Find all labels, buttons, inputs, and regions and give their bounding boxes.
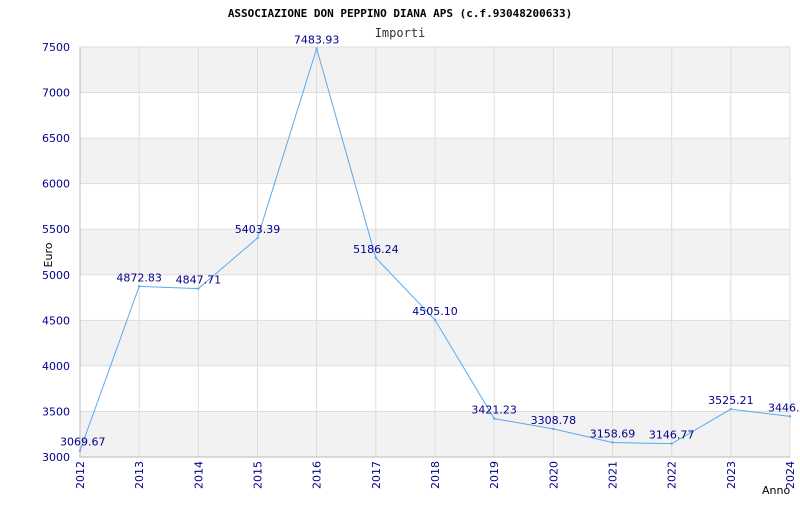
chart-svg: 3000 3500 4000 4500 5000 5500 6000 6500 7000 7500… <box>42 7 800 497</box>
chart-subtitle: Importi <box>375 26 426 40</box>
x-tick-label: 2023 <box>725 461 738 489</box>
data-point <box>492 417 496 420</box>
x-tick-label: 2012 <box>74 461 87 489</box>
y-axis-label: Euro <box>42 242 55 267</box>
data-point <box>137 285 141 288</box>
x-axis-label: Anno <box>762 484 790 497</box>
data-point <box>197 287 200 290</box>
x-tick-label: 2013 <box>133 461 146 489</box>
data-point <box>315 47 318 50</box>
data-point <box>611 441 614 444</box>
y-tick-label: 7500 <box>42 41 70 54</box>
data-label: 4872.83 <box>116 271 162 284</box>
x-tick-label: 2018 <box>429 461 442 489</box>
data-label: 5186.24 <box>353 243 399 256</box>
x-tick-label: 2015 <box>252 461 265 489</box>
data-point <box>256 236 259 240</box>
data-point <box>729 407 733 411</box>
data-point <box>374 256 378 260</box>
x-tick-label: 2022 <box>666 461 679 489</box>
data-label: 3446.0 <box>768 401 800 414</box>
data-label: 3421.23 <box>471 404 517 417</box>
data-label: 3158.69 <box>590 428 636 441</box>
x-tick-label: 2021 <box>607 461 620 489</box>
x-tick-label: 2017 <box>370 461 383 489</box>
y-tick-label: 6000 <box>42 178 70 191</box>
y-tick-label: 5500 <box>42 223 70 236</box>
y-tick-label: 5000 <box>42 269 70 282</box>
data-label: 4847.71 <box>176 274 222 287</box>
data-point <box>433 318 437 322</box>
y-tick-label: 6500 <box>42 132 70 145</box>
y-tick-label: 3500 <box>42 405 70 418</box>
x-tick-label: 2014 <box>192 461 205 489</box>
data-label: 7483.93 <box>294 33 340 46</box>
y-tick-label: 4500 <box>42 314 70 327</box>
data-point <box>552 427 555 431</box>
x-tick-label: 2020 <box>547 461 560 489</box>
data-label: 5403.39 <box>235 223 281 236</box>
chart-title: ASSOCIAZIONE DON PEPPINO DIANA APS (c.f.… <box>228 7 572 20</box>
data-label: 3308.78 <box>531 414 577 427</box>
data-label: 3069.67 <box>60 436 106 449</box>
y-tick-label: 3000 <box>42 451 70 464</box>
data-label: 3525.21 <box>708 394 754 407</box>
data-label: 3146.77 <box>649 429 695 442</box>
data-point <box>78 449 82 452</box>
x-tick-label: 2019 <box>488 461 501 489</box>
data-label: 4505.10 <box>412 305 458 318</box>
data-point <box>788 415 792 418</box>
x-tick-labels: 2012 2013 2014 2015 2016 2017 2018 2019 2020 2021… <box>74 461 797 489</box>
data-point <box>670 442 673 445</box>
y-tick-label: 7000 <box>42 87 70 100</box>
line-chart: 3000 3500 4000 4500 5000 5500 6000 6500 7000 7500… <box>0 0 800 500</box>
y-tick-label: 4000 <box>42 360 70 373</box>
x-tick-label: 2016 <box>311 461 324 489</box>
